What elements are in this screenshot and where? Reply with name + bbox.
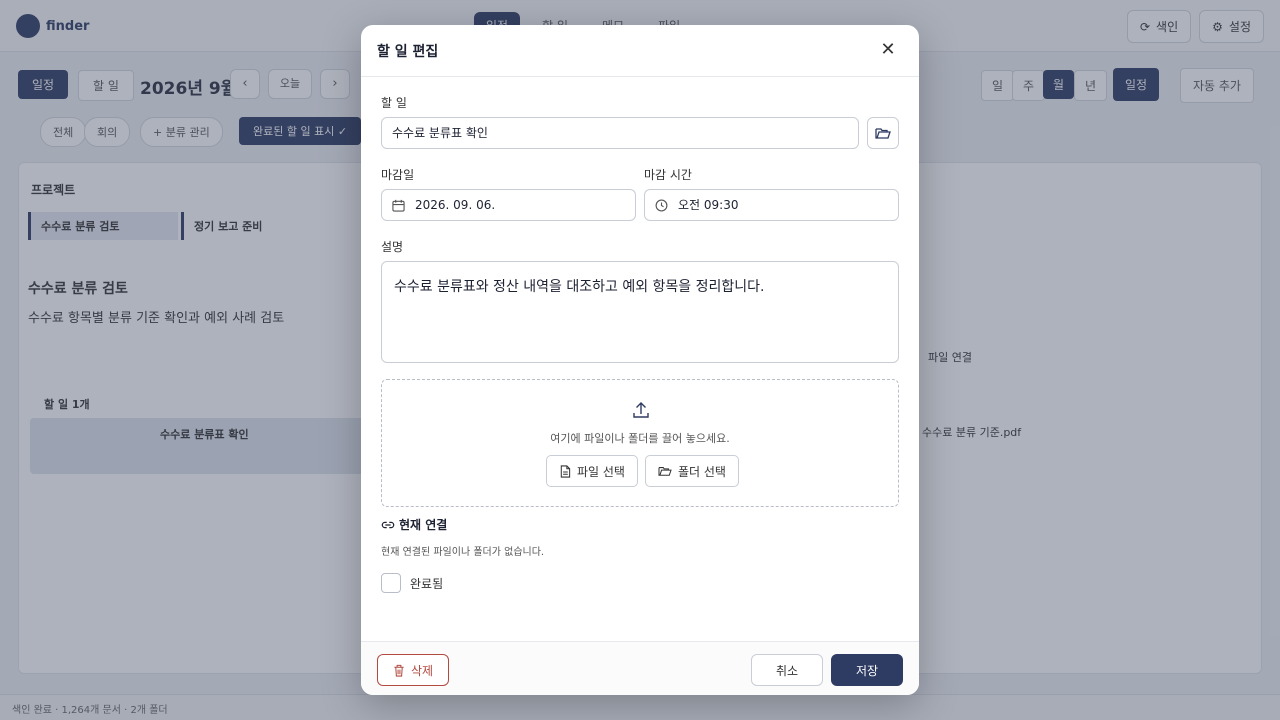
modal-header: 할 일 편집 ✕: [361, 25, 919, 77]
completed-checkbox[interactable]: [381, 573, 401, 593]
close-icon[interactable]: ✕: [877, 39, 899, 61]
file-dropzone[interactable]: 여기에 파일이나 폴더를 끌어 놓으세요. 파일 선택 폴더 선택: [381, 379, 899, 507]
folder-open-icon: [875, 128, 891, 139]
edit-todo-modal: 할 일 편집 ✕ 할 일 수수료 분류표 확인 마감일 2026. 09. 06…: [361, 25, 919, 695]
modal-title: 할 일 편집: [377, 44, 439, 60]
completed-row[interactable]: 완료됨: [381, 573, 443, 593]
todo-label: 할 일: [381, 96, 407, 110]
todo-input-value: 수수료 분류표 확인: [392, 126, 488, 140]
due-time-value: 오전 09:30: [678, 198, 739, 212]
due-date-input[interactable]: 2026. 09. 06.: [381, 189, 636, 221]
select-folder-button[interactable]: 폴더 선택: [645, 455, 739, 487]
select-folder-label: 폴더 선택: [678, 464, 726, 479]
current-link-empty: 현재 연결된 파일이나 폴더가 없습니다.: [381, 547, 545, 558]
modal-footer: 삭제 취소 저장: [361, 641, 919, 695]
dropzone-text: 여기에 파일이나 폴더를 끌어 놓으세요.: [550, 432, 730, 445]
folder-icon: [658, 467, 672, 476]
due-time-input[interactable]: 오전 09:30: [644, 189, 899, 221]
todo-input[interactable]: 수수료 분류표 확인: [381, 117, 859, 149]
clock-icon: [655, 199, 668, 211]
trash-icon: [394, 664, 404, 677]
delete-label: 삭제: [410, 663, 434, 678]
due-date-label: 마감일: [381, 168, 415, 182]
save-button[interactable]: 저장: [831, 654, 903, 686]
delete-button[interactable]: 삭제: [377, 654, 449, 686]
file-icon: [560, 464, 571, 478]
description-label: 설명: [381, 240, 404, 254]
browse-folder-button[interactable]: [867, 117, 899, 149]
calendar-icon: [392, 199, 405, 212]
due-time-label: 마감 시간: [644, 168, 692, 182]
select-file-button[interactable]: 파일 선택: [546, 455, 638, 487]
upload-icon: [633, 402, 649, 418]
link-icon: [381, 521, 395, 528]
current-link-label: 현재 연결: [399, 518, 448, 532]
due-date-value: 2026. 09. 06.: [415, 198, 496, 212]
select-file-label: 파일 선택: [577, 464, 625, 479]
current-link-header: 현재 연결: [381, 516, 447, 533]
description-textarea[interactable]: 수수료 분류표와 정산 내역을 대조하고 예외 항목을 정리합니다.: [381, 261, 899, 363]
completed-label: 완료됨: [410, 576, 444, 591]
description-value: 수수료 분류표와 정산 내역을 대조하고 예외 항목을 정리합니다.: [394, 279, 765, 295]
cancel-button[interactable]: 취소: [751, 654, 823, 686]
